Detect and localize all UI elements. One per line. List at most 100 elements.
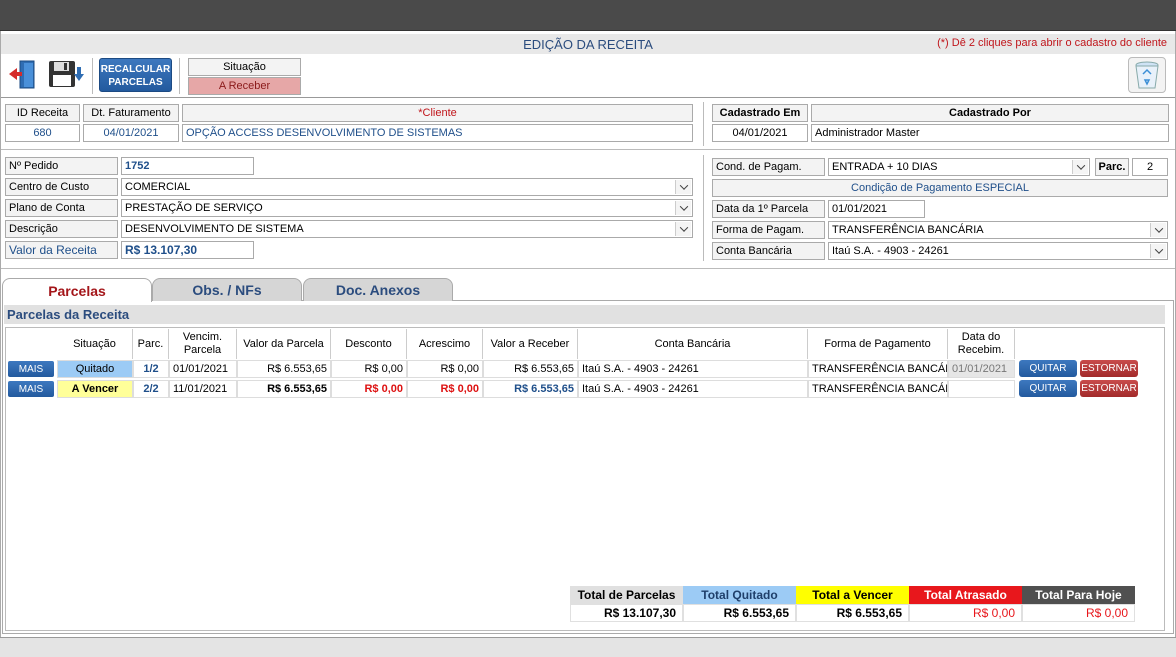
cadastrado-em-value: 04/01/2021 <box>712 124 808 142</box>
floppy-disk-icon <box>49 61 84 87</box>
forma-pagam-label: Forma de Pagam. <box>712 221 825 239</box>
cadastrado-em-label: Cadastrado Em <box>712 104 808 122</box>
acrescimo-cell: R$ 0,00 <box>407 360 483 378</box>
valor-parcela-cell: R$ 6.553,65 <box>237 380 331 398</box>
situacao-cell: A Vencer <box>57 380 133 398</box>
cond-pagam-select[interactable]: ENTRADA + 10 DIAS <box>828 158 1090 176</box>
parc-cell: 2/2 <box>133 380 169 398</box>
parc-label: Parc. <box>1095 158 1129 176</box>
tab-obs-nfs[interactable]: Obs. / NFs <box>152 278 302 301</box>
col-header-situacao: Situação <box>57 329 133 359</box>
conta-bancaria-select[interactable]: Itaú S.A. - 4903 - 24261 <box>828 242 1168 260</box>
dt-faturamento-label: Dt. Faturamento <box>83 104 179 122</box>
divider <box>1 268 1175 269</box>
parc-cell: 1/2 <box>133 360 169 378</box>
conta-bancaria-label: Conta Bancária <box>712 242 825 260</box>
column-separator <box>703 155 704 261</box>
total-parcelas-label: Total de Parcelas <box>570 586 683 604</box>
valor-receita-input[interactable]: R$ 13.107,30 <box>121 241 254 259</box>
mais-button[interactable]: MAIS <box>8 361 54 377</box>
descricao-value: DESENVOLVIMENTO DE SISTEMA <box>125 223 304 235</box>
plano-conta-value: PRESTAÇÃO DE SERVIÇO <box>125 202 263 214</box>
chevron-down-icon[interactable] <box>1150 244 1166 258</box>
tab-doc-anexos[interactable]: Doc. Anexos <box>303 278 453 301</box>
forma-pagam-select[interactable]: TRANSFERÊNCIA BANCÁRIA <box>828 221 1168 239</box>
col-header-valor-receber: Valor a Receber <box>483 329 578 359</box>
col-header-forma: Forma de Pagamento <box>808 329 948 359</box>
vencim-cell: 01/01/2021 <box>169 360 237 378</box>
descricao-select[interactable]: DESENVOLVIMENTO DE SISTEMA <box>121 220 693 238</box>
estornar-button[interactable]: ESTORNAR <box>1080 380 1138 397</box>
col-header-vencim: Vencim. Parcela <box>169 329 237 359</box>
exit-button[interactable] <box>6 58 42 92</box>
total-hoje-value: R$ 0,00 <box>1022 604 1135 622</box>
col-header-desconto: Desconto <box>331 329 407 359</box>
exit-door-icon <box>9 60 35 89</box>
tab-parcelas[interactable]: Parcelas <box>2 278 152 302</box>
situacao-label: Situação <box>188 58 301 76</box>
pedido-input[interactable]: 1752 <box>121 157 254 175</box>
dt-faturamento-field[interactable]: 04/01/2021 <box>83 124 179 142</box>
descricao-label: Descrição <box>5 220 118 238</box>
col-header-parc: Parc. <box>133 329 169 359</box>
divider <box>1 149 1175 150</box>
total-quitado-value: R$ 6.553,65 <box>683 604 796 622</box>
quitar-button[interactable]: QUITAR <box>1019 360 1077 377</box>
situacao-cell: Quitado <box>57 360 133 378</box>
forma-pagam-value: TRANSFERÊNCIA BANCÁRIA <box>832 224 984 236</box>
parc-input[interactable]: 2 <box>1132 158 1168 176</box>
save-button[interactable] <box>46 58 84 92</box>
total-atrasado-label: Total Atrasado <box>909 586 1022 604</box>
data-primeira-parcela-input[interactable]: 01/01/2021 <box>828 200 925 218</box>
toolbar-separator <box>179 58 180 94</box>
chevron-down-icon[interactable] <box>675 201 691 215</box>
data-rec-cell <box>948 380 1015 398</box>
section-title: Parcelas da Receita <box>4 305 1165 324</box>
quitar-button[interactable]: QUITAR <box>1019 380 1077 397</box>
valor-receber-cell: R$ 6.553,65 <box>483 360 578 378</box>
total-quitado-label: Total Quitado <box>683 586 796 604</box>
toolbar-separator <box>92 58 93 94</box>
plano-conta-label: Plano de Conta <box>5 199 118 217</box>
centro-custo-value: COMERCIAL <box>125 181 191 193</box>
desconto-cell: R$ 0,00 <box>331 360 407 378</box>
valor-parcela-cell: R$ 6.553,65 <box>237 360 331 378</box>
conta-cell: Itaú S.A. - 4903 - 24261 <box>578 360 808 378</box>
plano-conta-select[interactable]: PRESTAÇÃO DE SERVIÇO <box>121 199 693 217</box>
col-header-data-rec: Data do Recebim. <box>948 329 1015 359</box>
cliente-field[interactable]: OPÇÃO ACCESS DESENVOLVIMENTO DE SISTEMAS <box>182 124 693 142</box>
data-primeira-parcela-label: Data da 1º Parcela <box>712 200 825 218</box>
chevron-down-icon[interactable] <box>675 222 691 236</box>
chevron-down-icon[interactable] <box>675 180 691 194</box>
centro-custo-select[interactable]: COMERCIAL <box>121 178 693 196</box>
total-atrasado-value: R$ 0,00 <box>909 604 1022 622</box>
cadastrado-por-value: Administrador Master <box>811 124 1169 142</box>
cliente-label: *Cliente <box>182 104 693 122</box>
recalc-label-1: RECALCULAR <box>100 64 171 75</box>
mais-button[interactable]: MAIS <box>8 381 54 397</box>
chevron-down-icon[interactable] <box>1150 223 1166 237</box>
recalc-parcelas-button[interactable]: RECALCULAR PARCELAS <box>99 58 172 92</box>
col-header-valor-parcela: Valor da Parcela <box>237 329 331 359</box>
situacao-value: A Receber <box>188 77 301 95</box>
recalc-label-2: PARCELAS <box>108 77 163 88</box>
valor-receber-cell: R$ 6.553,65 <box>483 380 578 398</box>
delete-button[interactable] <box>1128 57 1166 93</box>
id-receita-field[interactable]: 680 <box>5 124 80 142</box>
form-header: EDIÇÃO DA RECEITA (*) Dê 2 cliques para … <box>1 34 1175 54</box>
centro-custo-label: Centro de Custo <box>5 178 118 196</box>
desconto-cell: R$ 0,00 <box>331 380 407 398</box>
chevron-down-icon[interactable] <box>1072 160 1088 174</box>
estornar-button[interactable]: ESTORNAR <box>1080 360 1138 377</box>
column-separator <box>703 102 704 146</box>
window-titlebar <box>0 0 1176 31</box>
total-hoje-label: Total Para Hoje <box>1022 586 1135 604</box>
forma-cell: TRANSFERÊNCIA BANCÁRIA <box>808 380 948 398</box>
id-receita-label: ID Receita <box>5 104 80 122</box>
divider <box>1 97 1175 98</box>
data-rec-cell: 01/01/2021 <box>948 360 1015 378</box>
pedido-label: Nº Pedido <box>5 157 118 175</box>
forma-cell: TRANSFERÊNCIA BANCÁRIA <box>808 360 948 378</box>
client-hint: (*) Dê 2 cliques para abrir o cadastro d… <box>937 37 1167 49</box>
total-parcelas-value: R$ 13.107,30 <box>570 604 683 622</box>
